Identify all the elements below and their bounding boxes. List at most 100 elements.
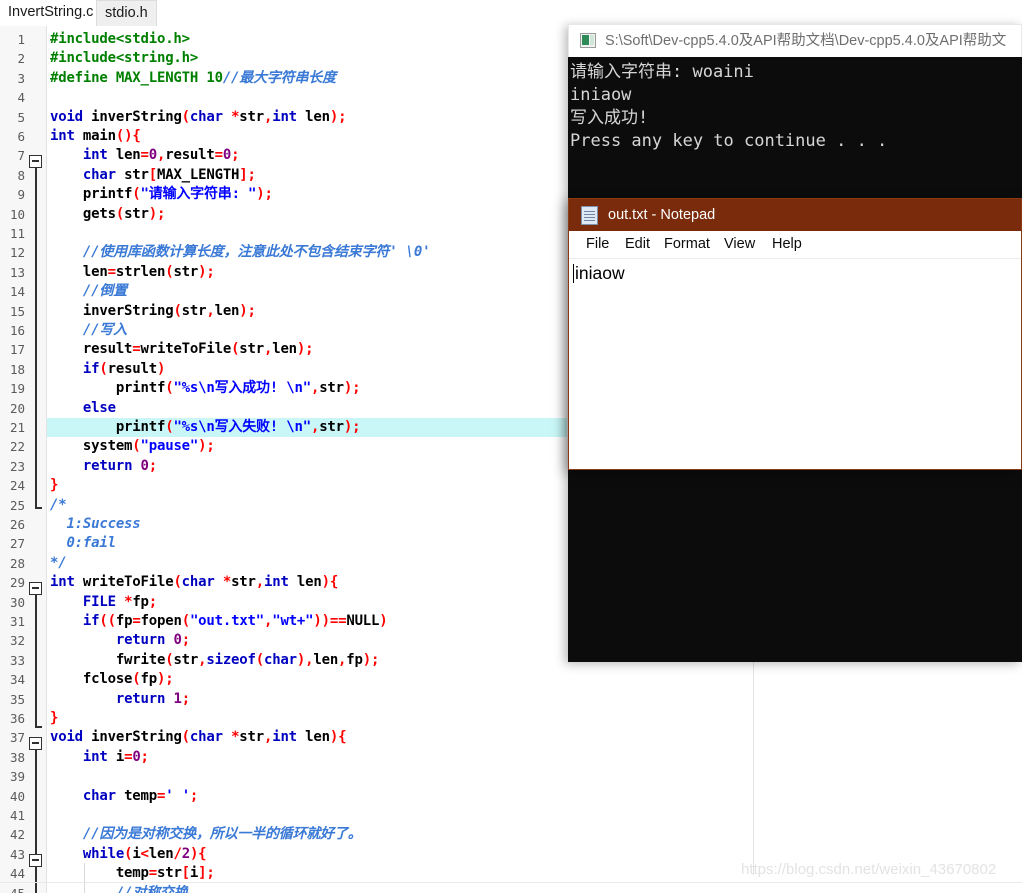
code-line[interactable]: int i=0; (50, 748, 149, 767)
code-line[interactable]: void inverString(char *str,int len); (50, 108, 347, 127)
line-number: 39 (9, 769, 25, 785)
code-line[interactable] (50, 806, 58, 825)
code-line[interactable]: system("pause"); (50, 437, 215, 456)
code-line[interactable] (50, 88, 58, 107)
code-line[interactable]: //写入 (50, 321, 127, 340)
code-line[interactable]: #define MAX_LENGTH 10//最大字符串长度 (50, 69, 336, 88)
code-line[interactable]: fwrite(str,sizeof(char),len,fp); (50, 651, 380, 670)
code-line[interactable]: else (50, 399, 116, 418)
line-number: 21 (9, 420, 25, 435)
line-number: 23 (9, 458, 25, 474)
line-number: 41 (9, 808, 25, 823)
code-line[interactable]: printf("%s\n写入失败! \n",str); (50, 418, 361, 437)
menu-edit[interactable]: Edit (620, 235, 655, 254)
line-number: 14 (9, 284, 25, 300)
code-line[interactable]: */ (50, 554, 67, 573)
code-line[interactable]: } (50, 476, 58, 495)
console-line: iniaow (570, 85, 632, 105)
code-line[interactable]: char str[MAX_LENGTH]; (50, 166, 256, 185)
line-number: 11 (9, 226, 25, 241)
code-line[interactable]: return 0; (50, 457, 157, 476)
code-line[interactable]: FILE *fp; (50, 593, 157, 612)
code-line[interactable]: return 0; (50, 631, 190, 650)
code-line[interactable]: #include<stdio.h> (50, 30, 190, 49)
line-number: 20 (9, 400, 25, 416)
fold-guide-line-6 (35, 168, 37, 508)
tab-invertstring-c[interactable]: InvertString.c (0, 0, 102, 26)
notepad-menu-bar[interactable]: File Edit Format View Help (569, 231, 1021, 258)
code-line[interactable]: //因为是对称交换，所以一半的循环就好了。 (50, 825, 362, 844)
code-line[interactable]: len=strlen(str); (50, 263, 215, 282)
line-number: 10 (9, 206, 25, 222)
code-line[interactable]: inverString(str,len); (50, 302, 256, 321)
code-line[interactable]: 1:Success (50, 515, 140, 534)
code-line[interactable]: char temp=' '; (50, 787, 198, 806)
watermark-text: https://blog.csdn.net/weixin_43670802 (741, 861, 997, 878)
indent-guide (84, 863, 85, 893)
line-number: 42 (9, 827, 25, 843)
line-number: 8 (17, 167, 25, 183)
code-line[interactable]: //倒置 (50, 282, 127, 301)
menu-file[interactable]: File (581, 235, 614, 254)
code-line[interactable]: /* (50, 496, 67, 515)
code-line[interactable]: while(i<len/2){ (50, 845, 207, 864)
console-title-text: S:\Soft\Dev-cpp5.4.0及API帮助文档\Dev-cpp5.4.… (605, 33, 1007, 49)
line-number: 38 (9, 749, 25, 765)
code-line[interactable]: gets(str); (50, 205, 166, 224)
line-number: 19 (9, 381, 25, 397)
fold-end-line-36 (35, 726, 42, 728)
code-line[interactable]: printf("请输入字符串: "); (50, 185, 273, 204)
line-number: 24 (9, 478, 25, 494)
line-number: 16 (9, 323, 25, 338)
fold-end-line-24 (35, 507, 42, 509)
code-line[interactable] (50, 224, 58, 243)
line-number: 44 (9, 866, 25, 882)
fold-marker-line-6[interactable] (29, 155, 42, 168)
code-line[interactable]: if((fp=fopen("out.txt","wt+"))==NULL) (50, 612, 388, 631)
code-line[interactable]: int writeToFile(char *str,int len){ (50, 573, 338, 592)
notepad-icon (581, 206, 598, 225)
fold-marker-line-37[interactable] (29, 737, 42, 750)
line-number: 3 (17, 70, 25, 86)
fold-marker-line-29[interactable] (29, 582, 42, 595)
line-number: 40 (9, 788, 25, 804)
code-line[interactable]: printf("%s\n写入成功! \n",str); (50, 379, 361, 398)
code-line[interactable]: //使用库函数计算长度，注意此处不包含结束字符' \0' (50, 243, 431, 262)
status-divider (0, 882, 1022, 883)
code-line[interactable]: } (50, 709, 58, 728)
code-line[interactable]: result=writeToFile(str,len); (50, 340, 314, 359)
console-line: 写入成功! (570, 108, 649, 128)
tab-label: InvertString.c (8, 4, 94, 20)
notepad-content: iniaow (575, 263, 625, 283)
code-line[interactable]: temp=str[i]; (50, 864, 215, 883)
code-line[interactable] (50, 767, 58, 786)
code-line[interactable]: #include<string.h> (50, 49, 198, 68)
line-number: 6 (17, 129, 25, 144)
notepad-text-area[interactable]: iniaow (569, 258, 1021, 469)
line-number: 32 (9, 633, 25, 649)
menu-format[interactable]: Format (659, 235, 715, 254)
code-line[interactable]: 0:fail (50, 534, 116, 553)
fold-marker-line-43[interactable] (29, 854, 42, 867)
line-number: 34 (9, 672, 25, 688)
console-app-icon (580, 33, 596, 48)
code-line[interactable]: return 1; (50, 690, 190, 709)
line-number: 13 (9, 264, 25, 280)
tab-stdio-h[interactable]: stdio.h (96, 0, 157, 26)
code-line[interactable]: if(result) (50, 360, 166, 379)
notepad-title-bar[interactable]: out.txt - Notepad (569, 199, 1021, 231)
notepad-window[interactable]: out.txt - Notepad File Edit Format View … (568, 198, 1022, 470)
line-number: 2 (17, 51, 25, 67)
menu-help[interactable]: Help (767, 235, 807, 254)
console-title-bar[interactable]: S:\Soft\Dev-cpp5.4.0及API帮助文档\Dev-cpp5.4.… (568, 24, 1022, 57)
code-line[interactable]: int main(){ (50, 127, 141, 146)
code-line[interactable]: void inverString(char *str,int len){ (50, 728, 347, 747)
code-line[interactable]: fclose(fp); (50, 670, 174, 689)
line-number: 25 (9, 497, 25, 513)
menu-view[interactable]: View (719, 235, 760, 254)
line-number: 45 (0, 884, 25, 893)
line-number: 33 (9, 652, 25, 668)
code-line[interactable]: //对称交换 (50, 884, 188, 893)
code-line[interactable]: int len=0,result=0; (50, 146, 240, 165)
line-number: 29 (9, 575, 25, 591)
